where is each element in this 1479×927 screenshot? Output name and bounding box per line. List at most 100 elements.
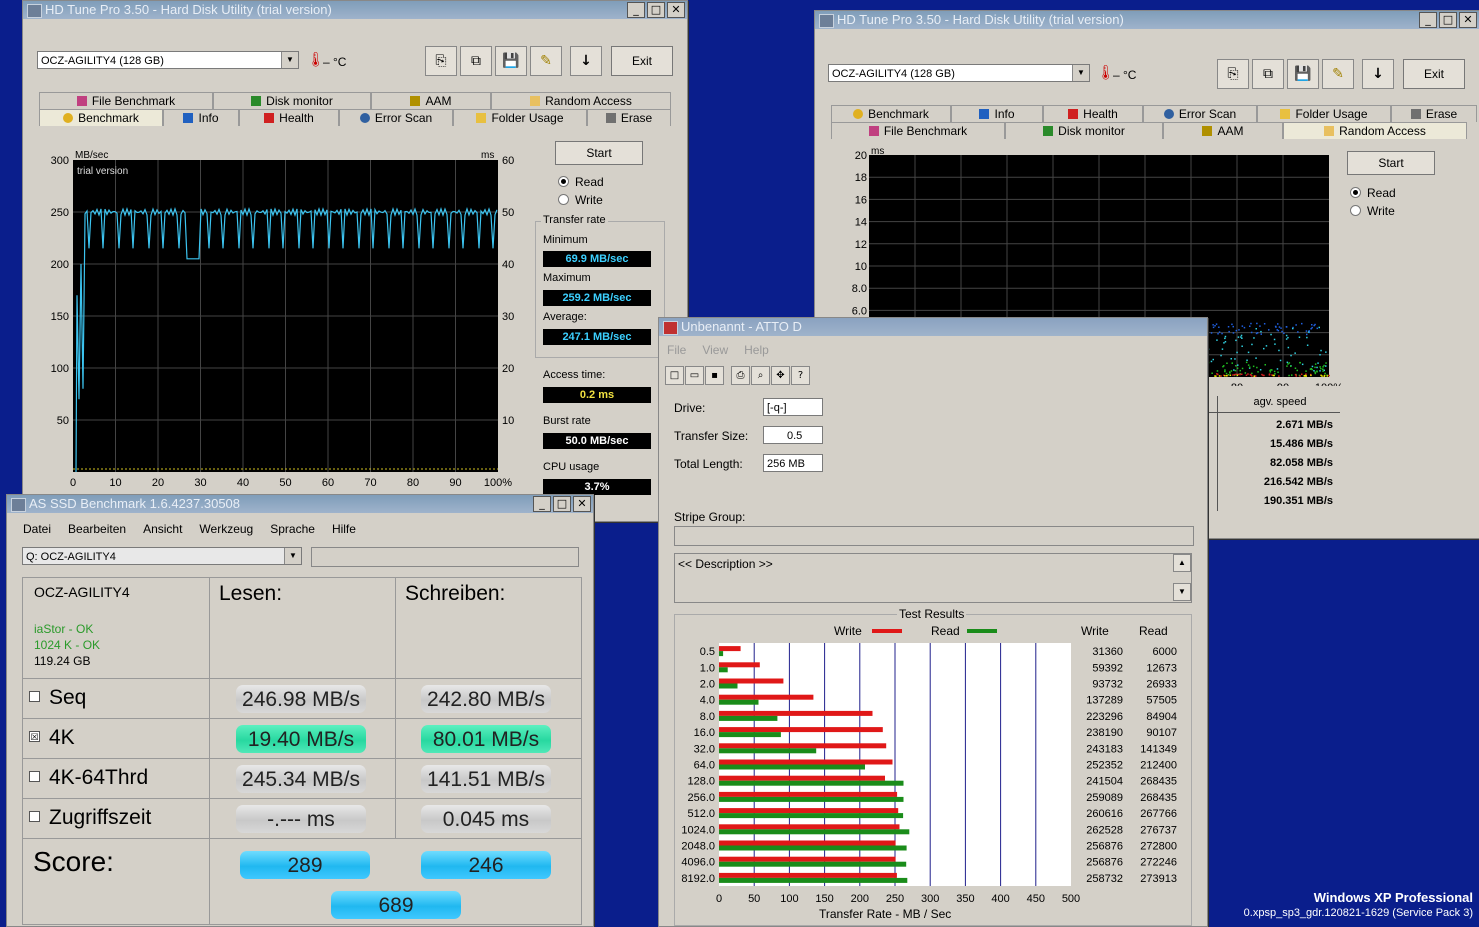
read-radio[interactable]: Read	[1350, 186, 1396, 200]
access-point	[1233, 373, 1236, 376]
copy-image-icon[interactable]: ⧉	[1252, 59, 1284, 89]
tab-error-scan[interactable]: Error Scan	[1143, 105, 1257, 122]
write-radio-dot[interactable]	[1350, 205, 1361, 216]
minimize-button[interactable]: _	[533, 496, 551, 512]
drive-select[interactable]: OCZ-AGILITY4 (128 GB) ▼	[828, 64, 1090, 82]
start-button[interactable]: Start	[1347, 151, 1435, 175]
test-label: Zugriffszeit	[49, 806, 152, 829]
copy-image-icon[interactable]: ⧉	[460, 46, 492, 76]
access-point	[1277, 329, 1280, 332]
tab-aam[interactable]: AAM	[371, 92, 491, 109]
maximize-button[interactable]: □	[1439, 12, 1457, 28]
access-point	[1299, 375, 1301, 377]
tab-random-access[interactable]: Random Access	[1283, 122, 1467, 139]
chevron-down-icon[interactable]: ▼	[1072, 65, 1089, 81]
transfer-size-select[interactable]: 0.5	[763, 426, 823, 444]
total-length-select[interactable]: 256 MB	[763, 454, 823, 472]
exit-button[interactable]: Exit	[1403, 59, 1465, 89]
copy-text-icon[interactable]: ⎘	[425, 46, 457, 76]
scroll-down-button[interactable]: ▼	[1173, 583, 1191, 601]
maximize-button[interactable]: □	[647, 2, 665, 18]
exit-button[interactable]: Exit	[611, 46, 673, 76]
menu-datei[interactable]: Datei	[23, 522, 51, 536]
tab-info[interactable]: Info	[163, 109, 239, 126]
tab-erase[interactable]: Erase	[1391, 105, 1477, 122]
save-icon[interactable]: 💾	[1287, 59, 1319, 89]
tab-disk-monitor[interactable]: Disk monitor	[213, 92, 371, 109]
print-icon[interactable]: ⎙	[731, 366, 750, 385]
download-icon[interactable]: ↓	[1362, 59, 1394, 89]
tab-random-access[interactable]: Random Access	[491, 92, 671, 109]
menu-bearbeiten[interactable]: Bearbeiten	[68, 522, 126, 536]
close-button[interactable]: ✕	[667, 2, 685, 18]
tab-info[interactable]: Info	[951, 105, 1043, 122]
title-bar[interactable]: HD Tune Pro 3.50 - Hard Disk Utility (tr…	[815, 11, 1479, 29]
test-checkbox[interactable]: ☒	[29, 731, 40, 742]
scroll-up-button[interactable]: ▲	[1173, 554, 1191, 572]
menu-view[interactable]: View	[702, 343, 728, 357]
print-preview-icon[interactable]: ⌕	[751, 366, 770, 385]
access-point	[1245, 374, 1248, 376]
drive-select[interactable]: Q: OCZ-AGILITY4 ▼	[22, 547, 302, 565]
close-button[interactable]: ✕	[1459, 12, 1477, 28]
download-icon[interactable]: ↓	[570, 46, 602, 76]
write-radio-dot[interactable]	[558, 194, 569, 205]
menu-file[interactable]: File	[667, 343, 686, 357]
tab-health[interactable]: Health	[1043, 105, 1143, 122]
category-label: 512.0	[687, 808, 715, 820]
test-checkbox[interactable]	[29, 771, 40, 782]
write-radio[interactable]: Write	[558, 193, 603, 207]
description-box[interactable]: << Description >> ▲ ▼	[674, 553, 1192, 603]
tab-benchmark[interactable]: Benchmark	[831, 105, 951, 122]
tab-file-benchmark[interactable]: File Benchmark	[831, 122, 1005, 139]
chevron-down-icon[interactable]: ▼	[284, 548, 301, 564]
drive-select[interactable]: [-q-]	[763, 398, 823, 416]
stripe-group-field[interactable]	[674, 526, 1194, 546]
menu-help[interactable]: Help	[744, 343, 769, 357]
title-bar[interactable]: Unbenannt - ATTO D	[659, 318, 1207, 336]
new-file-icon[interactable]: □	[665, 366, 684, 385]
tab-error-scan[interactable]: Error Scan	[339, 109, 453, 126]
maximize-button[interactable]: □	[553, 496, 571, 512]
tab-health[interactable]: Health	[239, 109, 339, 126]
save-icon[interactable]: ▪	[705, 366, 724, 385]
read-radio-dot[interactable]	[1350, 187, 1361, 198]
score-divider	[23, 838, 581, 839]
menu-werkzeug[interactable]: Werkzeug	[199, 522, 253, 536]
tab-disk-monitor[interactable]: Disk monitor	[1005, 122, 1163, 139]
tab-row-top: File Benchmark Disk monitor AAM Random A…	[39, 92, 671, 109]
tab-folder-usage[interactable]: Folder Usage	[453, 109, 587, 126]
close-button[interactable]: ✕	[573, 496, 591, 512]
tab-benchmark[interactable]: Benchmark	[39, 109, 163, 126]
menu-ansicht[interactable]: Ansicht	[143, 522, 182, 536]
test-checkbox[interactable]	[29, 691, 40, 702]
title-bar[interactable]: HD Tune Pro 3.50 - Hard Disk Utility (tr…	[23, 1, 687, 19]
drive-select[interactable]: OCZ-AGILITY4 (128 GB) ▼	[37, 51, 299, 69]
menu-sprache[interactable]: Sprache	[270, 522, 315, 536]
save-icon[interactable]: 💾	[495, 46, 527, 76]
tab-file-benchmark[interactable]: File Benchmark	[39, 92, 213, 109]
access-point	[1325, 362, 1327, 364]
tab-folder-usage[interactable]: Folder Usage	[1257, 105, 1391, 122]
read-radio[interactable]: Read	[558, 175, 604, 189]
move-icon[interactable]: ✥	[771, 366, 790, 385]
tab-aam[interactable]: AAM	[1163, 122, 1283, 139]
start-button[interactable]: Start	[555, 141, 643, 165]
open-folder-icon[interactable]: ▭	[685, 366, 704, 385]
capacity: 119.24 GB	[34, 654, 91, 668]
chevron-down-icon[interactable]: ▼	[281, 52, 298, 68]
title-bar[interactable]: AS SSD Benchmark 1.6.4237.30508 _ □ ✕	[7, 495, 593, 513]
test-checkbox[interactable]	[29, 811, 40, 822]
tab-erase[interactable]: Erase	[587, 109, 671, 126]
write-radio[interactable]: Write	[1350, 204, 1395, 218]
minimize-button[interactable]: _	[627, 2, 645, 18]
options-icon[interactable]: ✎	[1322, 59, 1354, 89]
options-icon[interactable]: ✎	[530, 46, 562, 76]
copy-text-icon[interactable]: ⎘	[1217, 59, 1249, 89]
help-icon[interactable]: ?	[791, 366, 810, 385]
menu-hilfe[interactable]: Hilfe	[332, 522, 356, 536]
minimize-button[interactable]: _	[1419, 12, 1437, 28]
x-tick-label: 10	[109, 477, 121, 489]
window-title: HD Tune Pro 3.50 - Hard Disk Utility (tr…	[837, 12, 1124, 27]
read-radio-dot[interactable]	[558, 176, 569, 187]
